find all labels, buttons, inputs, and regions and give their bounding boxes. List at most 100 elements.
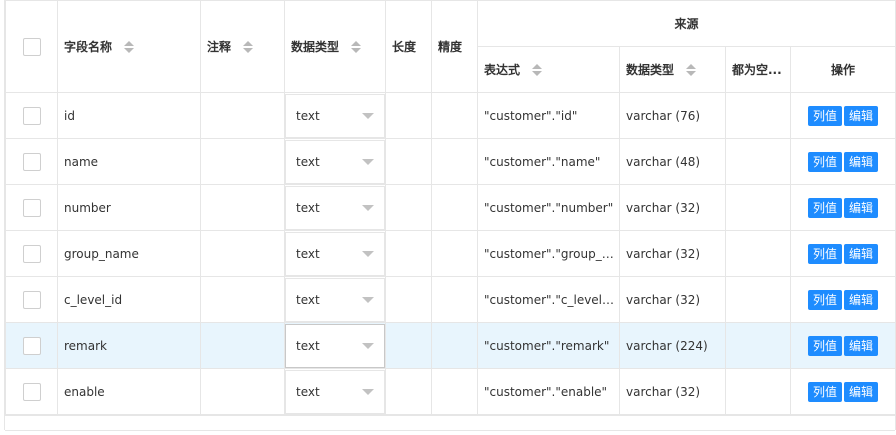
col-nullable: 都为空... (725, 46, 791, 93)
row-checkbox[interactable] (22, 382, 41, 401)
operations-cell: 列值 编辑 (789, 92, 896, 139)
column-value-button[interactable]: 列值 (807, 289, 842, 310)
row-checkbox[interactable] (22, 244, 41, 263)
field-name-text: name (64, 154, 99, 169)
data-type-select[interactable]: text (285, 185, 385, 230)
column-value-button[interactable]: 列值 (807, 151, 842, 172)
col-operations-label: 操作 (831, 63, 856, 77)
comment-cell[interactable] (200, 230, 285, 277)
operations-cell: 列值 编辑 (789, 184, 896, 231)
field-name-cell: number (57, 184, 201, 231)
chevron-down-icon (362, 250, 374, 257)
precision-cell[interactable] (431, 322, 478, 369)
operations-cell: 列值 编辑 (789, 322, 896, 369)
chevron-down-icon (362, 158, 374, 165)
row-select-cell (5, 184, 58, 231)
length-cell[interactable] (385, 92, 432, 139)
field-name-text: c_level_id (64, 292, 123, 307)
field-name-cell: group_name (57, 230, 201, 277)
data-type-select[interactable]: text (285, 139, 385, 184)
row-checkbox[interactable] (22, 290, 41, 309)
comment-cell[interactable] (200, 138, 285, 185)
col-source-type-label: 数据类型 (626, 63, 675, 77)
row-checkbox[interactable] (22, 152, 41, 171)
field-name-text: group_name (64, 246, 139, 261)
edit-button[interactable]: 编辑 (844, 105, 879, 126)
select-all-cell (5, 0, 58, 93)
source-type-text: varchar (224) (626, 338, 708, 353)
source-type-text: varchar (32) (626, 200, 701, 215)
comment-cell[interactable] (200, 368, 285, 415)
chevron-down-icon (362, 112, 374, 119)
col-field-name[interactable]: 字段名称 (57, 0, 201, 93)
precision-cell[interactable] (431, 184, 478, 231)
col-expression[interactable]: 表达式 (477, 46, 620, 93)
source-type-text: varchar (32) (626, 384, 701, 399)
expression-cell: "customer"."number" (477, 184, 620, 231)
precision-cell[interactable] (431, 230, 478, 277)
nullable-cell (725, 368, 791, 415)
table-row[interactable]: remark text "customer"."remark" varchar … (5, 322, 896, 369)
field-name-cell: name (57, 138, 201, 185)
expression-cell: "customer"."group_na... (477, 230, 620, 277)
edit-button[interactable]: 编辑 (844, 151, 879, 172)
column-value-button[interactable]: 列值 (807, 105, 842, 126)
data-type-cell: text (284, 276, 386, 323)
length-cell[interactable] (385, 276, 432, 323)
precision-cell[interactable] (431, 368, 478, 415)
operations-cell: 列值 编辑 (789, 276, 896, 323)
expression-text: "customer"."group_na... (484, 246, 619, 261)
comment-cell[interactable] (200, 276, 285, 323)
precision-cell[interactable] (431, 92, 478, 139)
comment-cell[interactable] (200, 322, 285, 369)
select-all-checkbox[interactable] (22, 37, 41, 56)
precision-cell[interactable] (431, 276, 478, 323)
table-row[interactable]: name text "customer"."name" varchar (48)… (5, 138, 896, 185)
expression-text: "customer"."name" (484, 154, 601, 169)
table-row[interactable]: number text "customer"."number" varchar … (5, 184, 896, 231)
length-cell[interactable] (385, 368, 432, 415)
length-cell[interactable] (385, 322, 432, 369)
data-type-select[interactable]: text (285, 369, 385, 414)
edit-button[interactable]: 编辑 (844, 289, 879, 310)
data-type-select[interactable]: text (285, 93, 385, 138)
table-row[interactable]: enable text "customer"."enable" varchar … (5, 368, 896, 415)
col-data-type[interactable]: 数据类型 (284, 0, 386, 93)
data-type-value: text (296, 108, 320, 123)
length-cell[interactable] (385, 184, 432, 231)
source-type-cell: varchar (32) (619, 184, 726, 231)
edit-button[interactable]: 编辑 (844, 197, 879, 218)
table-row[interactable]: group_name text "customer"."group_na... … (5, 230, 896, 277)
data-type-select[interactable]: text (285, 323, 385, 368)
sort-icon[interactable] (124, 40, 135, 53)
sort-icon[interactable] (532, 63, 543, 76)
sort-icon[interactable] (351, 40, 362, 53)
length-cell[interactable] (385, 230, 432, 277)
column-value-button[interactable]: 列值 (807, 243, 842, 264)
comment-cell[interactable] (200, 184, 285, 231)
expression-cell: "customer"."id" (477, 92, 620, 139)
sort-icon[interactable] (243, 40, 254, 53)
length-cell[interactable] (385, 138, 432, 185)
expression-cell: "customer"."name" (477, 138, 620, 185)
row-checkbox[interactable] (22, 106, 41, 125)
col-nullable-label: 都为空... (732, 63, 782, 77)
table-row[interactable]: c_level_id text "customer"."c_level_id" … (5, 276, 896, 323)
field-name-text: number (64, 200, 111, 215)
precision-cell[interactable] (431, 138, 478, 185)
data-type-select[interactable]: text (285, 277, 385, 322)
col-comment[interactable]: 注释 (200, 0, 285, 93)
table-row[interactable]: id text "customer"."id" varchar (76) 列值编… (5, 92, 896, 139)
data-type-select[interactable]: text (285, 231, 385, 276)
column-value-button[interactable]: 列值 (807, 197, 842, 218)
column-value-button[interactable]: 列值 (807, 381, 842, 402)
edit-button[interactable]: 编辑 (844, 381, 879, 402)
sort-icon[interactable] (686, 63, 697, 76)
edit-button[interactable]: 编辑 (844, 335, 879, 356)
col-source-type[interactable]: 数据类型 (619, 46, 726, 93)
comment-cell[interactable] (200, 92, 285, 139)
row-checkbox[interactable] (22, 198, 41, 217)
edit-button[interactable]: 编辑 (844, 243, 879, 264)
column-value-button[interactable]: 列值 (807, 335, 842, 356)
row-checkbox[interactable] (22, 336, 41, 355)
